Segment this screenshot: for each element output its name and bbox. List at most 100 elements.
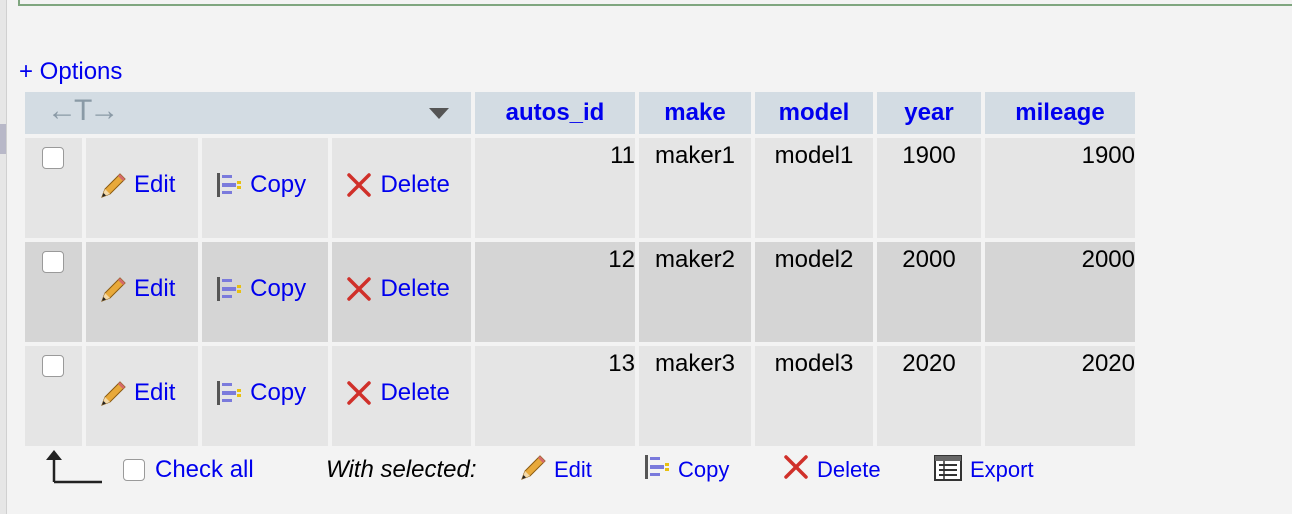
cell-model[interactable]: model3 — [755, 346, 873, 446]
edit-action-cell: Edit — [86, 242, 199, 342]
table-header-row: ←T→ autos_id make model year mileage — [25, 92, 1135, 134]
cell-model[interactable]: model1 — [755, 138, 873, 238]
bulk-edit-label[interactable]: Edit — [554, 457, 592, 483]
cell-autos-id[interactable]: 11 — [475, 138, 635, 238]
row-checkbox[interactable] — [42, 251, 64, 273]
cell-value: 12 — [608, 246, 635, 273]
column-resize-icon[interactable]: ←T→ — [47, 94, 119, 128]
delete-link[interactable]: Delete — [380, 379, 449, 407]
delete-x-icon — [344, 378, 374, 408]
delete-action-cell: Delete — [332, 346, 471, 446]
row-checkbox-cell — [25, 138, 83, 238]
edit-link[interactable]: Edit — [134, 171, 175, 199]
delete-action[interactable]: Delete — [332, 274, 471, 304]
query-box-edge — [18, 0, 1292, 6]
results-table: ←T→ autos_id make model year mileage Edi… — [21, 88, 1139, 450]
cell-mileage[interactable]: 2000 — [985, 242, 1135, 342]
copy-row-icon — [214, 378, 244, 408]
corner-arrow-icon — [42, 448, 106, 488]
cell-make[interactable]: maker1 — [639, 138, 751, 238]
row-checkbox-cell — [25, 346, 83, 446]
pencil-icon — [98, 170, 128, 200]
cell-value: 2000 — [1081, 246, 1135, 273]
row-checkbox[interactable] — [42, 355, 64, 377]
options-link[interactable]: + Options — [19, 58, 122, 86]
column-header-model[interactable]: model — [755, 92, 873, 134]
copy-action[interactable]: Copy — [202, 378, 328, 408]
delete-link[interactable]: Delete — [380, 171, 449, 199]
cell-value: 2020 — [1081, 350, 1135, 377]
bulk-copy-label[interactable]: Copy — [678, 457, 729, 483]
copy-action[interactable]: Copy — [202, 170, 328, 200]
bulk-delete-button[interactable]: Delete — [781, 452, 881, 487]
cell-year[interactable]: 2020 — [877, 346, 981, 446]
column-header-year[interactable]: year — [877, 92, 981, 134]
export-icon — [932, 452, 964, 487]
delete-x-icon — [781, 452, 811, 487]
cell-value: model3 — [774, 350, 854, 377]
check-all-checkbox[interactable] — [123, 459, 145, 481]
cell-value: maker2 — [654, 246, 736, 273]
bulk-export-button[interactable]: Export — [932, 452, 1034, 487]
cell-make[interactable]: maker2 — [639, 242, 751, 342]
copy-action-cell: Copy — [202, 242, 329, 342]
edit-link[interactable]: Edit — [134, 379, 175, 407]
pencil-icon — [518, 452, 548, 487]
column-header-mileage[interactable]: mileage — [985, 92, 1135, 134]
table-row: Edit Copy Delete 13 maker3 model3 2020 2… — [25, 346, 1135, 446]
left-panel-handle[interactable] — [0, 124, 6, 154]
copy-row-icon — [214, 170, 244, 200]
cell-mileage[interactable]: 2020 — [985, 346, 1135, 446]
edit-action[interactable]: Edit — [86, 170, 198, 200]
bulk-export-label[interactable]: Export — [970, 457, 1034, 483]
delete-action-cell: Delete — [332, 138, 471, 238]
pencil-icon — [98, 274, 128, 304]
edit-action[interactable]: Edit — [86, 378, 198, 408]
cell-value: 11 — [610, 142, 635, 169]
table-row: Edit Copy Delete 12 maker2 model2 2000 2… — [25, 242, 1135, 342]
bulk-delete-label[interactable]: Delete — [817, 457, 881, 483]
cell-make[interactable]: maker3 — [639, 346, 751, 446]
left-edge — [0, 0, 7, 514]
edit-action-cell: Edit — [86, 346, 199, 446]
edit-link[interactable]: Edit — [134, 275, 175, 303]
delete-action[interactable]: Delete — [332, 170, 471, 200]
copy-link[interactable]: Copy — [250, 171, 306, 199]
bulk-edit-button[interactable]: Edit — [518, 452, 592, 487]
cell-value: 13 — [608, 350, 635, 377]
edit-action[interactable]: Edit — [86, 274, 198, 304]
copy-action-cell: Copy — [202, 346, 329, 446]
column-header-make[interactable]: make — [639, 92, 751, 134]
cell-mileage[interactable]: 1900 — [985, 138, 1135, 238]
check-all-control[interactable]: Check all — [123, 456, 254, 484]
copy-link[interactable]: Copy — [250, 379, 306, 407]
cell-value: 2020 — [902, 350, 956, 377]
copy-action[interactable]: Copy — [202, 274, 328, 304]
column-tools-header: ←T→ — [25, 92, 471, 134]
cell-year[interactable]: 1900 — [877, 138, 981, 238]
cell-value: 1900 — [1081, 142, 1135, 169]
bulk-copy-button[interactable]: Copy — [642, 452, 729, 487]
copy-link[interactable]: Copy — [250, 275, 306, 303]
cell-value: model2 — [774, 246, 854, 273]
cell-model[interactable]: model2 — [755, 242, 873, 342]
row-checkbox-cell — [25, 242, 83, 342]
copy-row-icon — [214, 274, 244, 304]
pencil-icon — [98, 378, 128, 408]
edit-action-cell: Edit — [86, 138, 199, 238]
check-all-label[interactable]: Check all — [155, 456, 254, 484]
cell-autos-id[interactable]: 12 — [475, 242, 635, 342]
cell-value: 1900 — [902, 142, 956, 169]
cell-autos-id[interactable]: 13 — [475, 346, 635, 446]
delete-x-icon — [344, 170, 374, 200]
delete-x-icon — [344, 274, 374, 304]
row-checkbox[interactable] — [42, 147, 64, 169]
chevron-down-icon[interactable] — [429, 108, 449, 119]
cell-value: maker3 — [654, 350, 736, 377]
delete-link[interactable]: Delete — [380, 275, 449, 303]
cell-year[interactable]: 2000 — [877, 242, 981, 342]
column-header-autos-id[interactable]: autos_id — [475, 92, 635, 134]
delete-action[interactable]: Delete — [332, 378, 471, 408]
cell-value: model1 — [774, 142, 854, 169]
cell-value: 2000 — [902, 246, 956, 273]
